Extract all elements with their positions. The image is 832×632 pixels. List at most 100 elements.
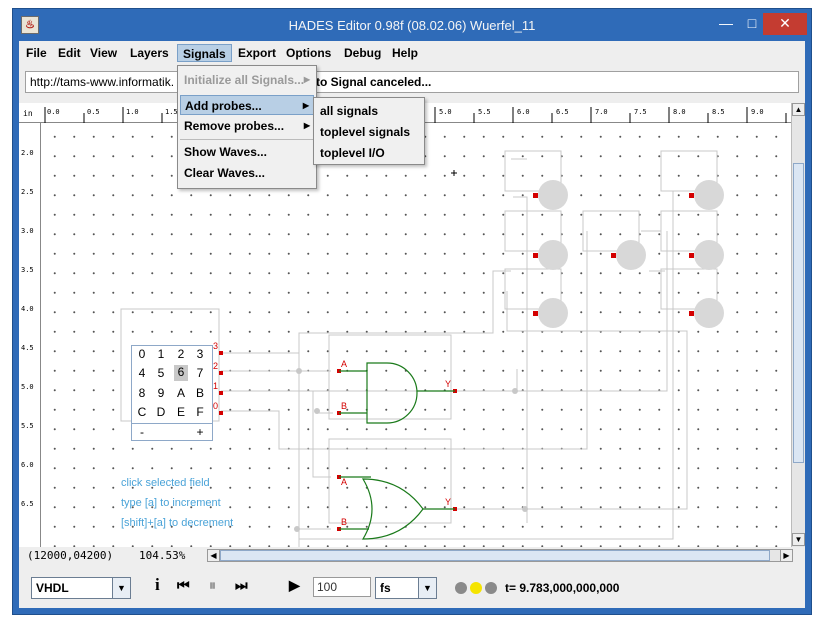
menu-add-probes[interactable]: Add probes... ▶ bbox=[180, 95, 314, 115]
menu-layers[interactable]: Layers bbox=[125, 44, 174, 62]
scroll-left-arrow-icon[interactable]: ◀ bbox=[207, 549, 220, 562]
window-title: HADES Editor 0.98f (08.02.06) Wuerfel_11 bbox=[288, 18, 536, 33]
sim-time-readout: t= 9.783,000,000,000 bbox=[505, 581, 620, 595]
keypad-key[interactable]: 1 bbox=[154, 347, 168, 361]
or-pin-y-label: Y bbox=[445, 497, 452, 507]
menu-all-signals[interactable]: all signals bbox=[316, 101, 422, 121]
probe-pin bbox=[689, 253, 694, 258]
submenu-arrow-icon: ▶ bbox=[303, 121, 310, 130]
menu-show-waves[interactable]: Show Waves... bbox=[180, 142, 314, 162]
probe-led bbox=[538, 180, 568, 210]
hint-text: [shift]+[a] to decrement bbox=[121, 517, 234, 529]
time-unit-select[interactable]: fs ▼ bbox=[375, 577, 437, 599]
ruler-label: 5.0 bbox=[21, 383, 34, 391]
and-gate-body bbox=[366, 362, 418, 424]
menu-options[interactable]: Options bbox=[281, 44, 336, 62]
language-select[interactable]: VHDL ▼ bbox=[31, 577, 131, 599]
menu-initialize-signals[interactable]: Initialize all Signals... ▶ bbox=[180, 70, 314, 90]
menu-view[interactable]: View bbox=[85, 44, 122, 62]
keypad-minus-button[interactable]: - bbox=[135, 425, 149, 439]
menu-file[interactable]: File bbox=[21, 44, 52, 62]
keypad-key[interactable]: 3 bbox=[193, 347, 207, 361]
scroll-up-arrow-icon[interactable]: ▲ bbox=[792, 103, 805, 116]
menu-clear-waves[interactable]: Clear Waves... bbox=[180, 163, 314, 183]
rewind-icon[interactable]: ⏮ bbox=[177, 577, 190, 594]
keypad-key[interactable]: 9 bbox=[154, 386, 168, 400]
menu-export[interactable]: Export bbox=[233, 44, 281, 62]
menu-item-label: Initialize all Signals... bbox=[184, 73, 305, 87]
keypad-key[interactable]: 0 bbox=[135, 347, 149, 361]
keypad-plus-button[interactable]: + bbox=[193, 425, 207, 439]
menu-signals[interactable]: Signals bbox=[177, 44, 232, 62]
probe-led bbox=[694, 240, 724, 270]
menu-remove-probes[interactable]: Remove probes... ▶ bbox=[180, 116, 314, 136]
keypad-key[interactable]: B bbox=[193, 386, 207, 400]
keypad-key[interactable]: F bbox=[193, 405, 207, 419]
keypad-key[interactable]: 5 bbox=[154, 366, 168, 380]
play-icon[interactable]: ▶ bbox=[289, 577, 300, 594]
info-icon[interactable]: i bbox=[155, 575, 160, 595]
simulation-toolbar: VHDL ▼ i ⏮ ⏸ ⏭ ▶ 100 fs ▼ t= 9.783,000,0… bbox=[19, 569, 805, 605]
minimize-button[interactable]: — bbox=[713, 13, 739, 35]
chevron-down-icon[interactable]: ▼ bbox=[418, 578, 436, 598]
probe-pin bbox=[533, 311, 538, 316]
scroll-right-arrow-icon[interactable]: ▶ bbox=[780, 549, 793, 562]
keypad-key[interactable]: 8 bbox=[135, 386, 149, 400]
probe-led bbox=[538, 298, 568, 328]
zoom-level: 104.53% bbox=[139, 549, 186, 562]
status-line: http://tams-www.informatik. e to Signal … bbox=[25, 71, 799, 93]
scroll-down-arrow-icon[interactable]: ▼ bbox=[792, 533, 805, 546]
probe-led bbox=[694, 298, 724, 328]
sim-time-input[interactable]: 100 bbox=[313, 577, 371, 597]
keypad-key[interactable]: 4 bbox=[135, 366, 149, 380]
keypad-pin bbox=[219, 351, 223, 355]
wire-junction bbox=[512, 388, 518, 394]
menu-bar: File Edit View Layers Signals Export Opt… bbox=[19, 41, 805, 65]
wire-junction bbox=[294, 526, 300, 532]
and-pin-a-label: A bbox=[341, 359, 348, 369]
keypad-key[interactable]: C bbox=[135, 405, 149, 419]
vertical-scrollbar[interactable]: ▲ ▼ bbox=[791, 103, 805, 547]
keypad-key-selected[interactable]: 6 bbox=[174, 365, 188, 381]
ruler-label: 4.0 bbox=[21, 305, 34, 313]
menu-toplevel-signals[interactable]: toplevel signals bbox=[316, 122, 422, 142]
output-label: 1 bbox=[213, 381, 219, 391]
output-label: 0 bbox=[213, 401, 219, 411]
schematic-canvas[interactable]: 0 1 2 3 4 5 6 7 8 9 A B C D E F - + 3 2 … bbox=[41, 123, 791, 547]
horizontal-scroll-thumb[interactable] bbox=[220, 550, 770, 561]
keypad-key[interactable]: D bbox=[154, 405, 168, 419]
vertical-ruler: 2.0 2.5 3.0 3.5 4.0 4.5 5.0 5.5 6.0 6.5 bbox=[19, 123, 41, 547]
keypad-key[interactable]: 2 bbox=[174, 347, 188, 361]
close-button[interactable]: ✕ bbox=[763, 13, 807, 35]
or-pin-a-label: A bbox=[341, 477, 348, 487]
vertical-scroll-thumb[interactable] bbox=[793, 163, 804, 463]
output-label: 3 bbox=[213, 341, 219, 351]
status-led-icon bbox=[455, 582, 467, 594]
chevron-down-icon[interactable]: ▼ bbox=[112, 578, 130, 598]
add-probes-submenu: all signals toplevel signals toplevel I/… bbox=[313, 97, 425, 165]
or-pin-b-label: B bbox=[341, 517, 348, 527]
pause-icon[interactable]: ⏸ bbox=[209, 577, 216, 594]
and-pin-y-label: Y bbox=[445, 379, 452, 389]
menu-help[interactable]: Help bbox=[387, 44, 423, 62]
maximize-button[interactable]: □ bbox=[739, 13, 765, 35]
horizontal-scrollbar[interactable]: ◀ ▶ bbox=[207, 549, 793, 562]
ruler-label: 6.5 bbox=[21, 500, 34, 508]
ruler-label: 3.0 bbox=[21, 227, 34, 235]
status-url: http://tams-www.informatik. bbox=[30, 75, 175, 89]
menu-item-label: Add probes... bbox=[185, 99, 262, 113]
menu-debug[interactable]: Debug bbox=[339, 44, 386, 62]
keypad-key[interactable]: E bbox=[174, 405, 188, 419]
ruler-label: 2.0 bbox=[21, 149, 34, 157]
probe-led bbox=[538, 240, 568, 270]
keypad-key[interactable]: 7 bbox=[193, 366, 207, 380]
submenu-arrow-icon: ▶ bbox=[303, 75, 310, 84]
menu-edit[interactable]: Edit bbox=[53, 44, 86, 62]
keypad-key[interactable]: A bbox=[174, 386, 188, 400]
and-pin-b-label: B bbox=[341, 401, 348, 411]
hint-text: click selected field bbox=[121, 477, 210, 489]
fast-forward-icon[interactable]: ⏭ bbox=[235, 577, 248, 594]
menu-toplevel-io[interactable]: toplevel I/O bbox=[316, 143, 422, 163]
status-led-icon bbox=[485, 582, 497, 594]
title-bar[interactable]: ♨ HADES Editor 0.98f (08.02.06) Wuerfel_… bbox=[13, 9, 811, 41]
